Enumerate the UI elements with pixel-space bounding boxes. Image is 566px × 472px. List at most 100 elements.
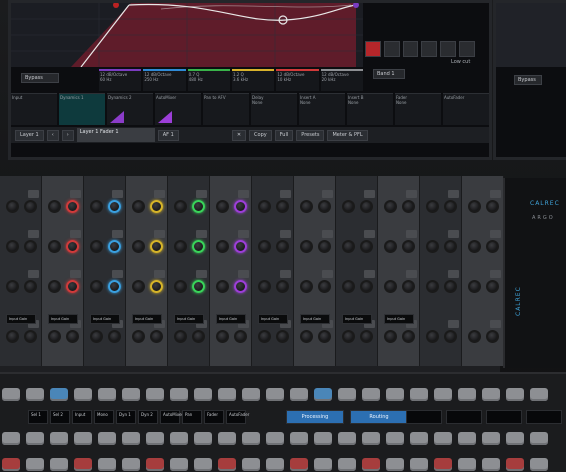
hardware-key[interactable] <box>338 388 356 401</box>
strip-tab-dynamics-1[interactable]: Dynamics 1 <box>59 93 105 125</box>
rotary-knob[interactable] <box>234 240 247 253</box>
rotary-knob[interactable] <box>48 200 61 213</box>
band-1-values[interactable]: 12 dB/Octave 60 Hz <box>99 69 142 91</box>
hardware-key[interactable] <box>458 432 476 445</box>
rotary-knob[interactable] <box>444 330 457 343</box>
hardware-key[interactable] <box>98 388 116 401</box>
hardware-key[interactable] <box>98 432 116 445</box>
blank-lcd-key[interactable] <box>486 410 522 424</box>
hardware-key[interactable] <box>122 432 140 445</box>
strip-button[interactable] <box>28 190 39 198</box>
rotary-knob[interactable] <box>300 330 313 343</box>
hardware-key[interactable] <box>242 458 260 471</box>
hardware-key[interactable] <box>26 458 44 471</box>
strip-button[interactable] <box>322 190 333 198</box>
rotary-knob[interactable] <box>300 280 313 293</box>
rotary-knob[interactable] <box>300 200 313 213</box>
rotary-knob[interactable] <box>318 330 331 343</box>
rotary-knob[interactable] <box>132 200 145 213</box>
routing-button[interactable]: Routing <box>350 410 408 424</box>
hardware-key[interactable] <box>434 432 452 445</box>
strip-tab-autofader[interactable]: AutoFader <box>443 93 489 125</box>
eq-graph[interactable] <box>11 3 363 67</box>
processing-button[interactable]: Processing <box>286 410 344 424</box>
rotary-knob[interactable] <box>486 330 499 343</box>
blank-lcd-key[interactable] <box>446 410 482 424</box>
rotary-knob[interactable] <box>360 240 373 253</box>
hardware-key[interactable] <box>482 458 500 471</box>
rotary-knob[interactable] <box>486 200 499 213</box>
bell-shape-button[interactable] <box>402 41 419 57</box>
hardware-key[interactable] <box>266 458 284 471</box>
hardware-key[interactable] <box>26 432 44 445</box>
rotary-knob[interactable] <box>342 330 355 343</box>
strip-button[interactable] <box>490 230 501 238</box>
strip-button[interactable] <box>196 190 207 198</box>
strip-button[interactable] <box>406 230 417 238</box>
strip-button[interactable] <box>406 270 417 278</box>
hardware-key[interactable] <box>434 388 452 401</box>
hardware-key[interactable] <box>26 388 44 401</box>
meter-pfl-button[interactable]: Meter & PFL <box>327 129 368 141</box>
rotary-knob[interactable] <box>6 240 19 253</box>
rotary-knob[interactable] <box>132 330 145 343</box>
strip-button[interactable] <box>70 230 81 238</box>
strip-tab-insert-b[interactable]: Insert B None <box>347 93 393 125</box>
hardware-key[interactable] <box>146 432 164 445</box>
rotary-knob[interactable] <box>192 200 205 213</box>
strip-button[interactable] <box>364 190 375 198</box>
hardware-key[interactable] <box>458 458 476 471</box>
rotary-knob[interactable] <box>318 200 331 213</box>
strip-button[interactable] <box>364 230 375 238</box>
rotary-knob[interactable] <box>174 280 187 293</box>
rotary-knob[interactable] <box>468 330 481 343</box>
rotary-knob[interactable] <box>342 280 355 293</box>
rotary-knob[interactable] <box>216 330 229 343</box>
rotary-knob[interactable] <box>360 330 373 343</box>
rotary-knob[interactable] <box>108 200 121 213</box>
hardware-key[interactable] <box>50 458 68 471</box>
rotary-knob[interactable] <box>234 330 247 343</box>
hardware-key[interactable] <box>170 458 188 471</box>
hardware-key[interactable] <box>482 388 500 401</box>
rotary-knob[interactable] <box>90 200 103 213</box>
hardware-key[interactable] <box>362 432 380 445</box>
rotary-knob[interactable] <box>384 280 397 293</box>
tools-icon[interactable]: ✕ <box>231 129 247 141</box>
rotary-knob[interactable] <box>6 200 19 213</box>
strip-button[interactable] <box>448 320 459 328</box>
hardware-key[interactable] <box>194 458 212 471</box>
rotary-knob[interactable] <box>360 280 373 293</box>
hardware-key[interactable] <box>194 388 212 401</box>
rotary-knob[interactable] <box>276 240 289 253</box>
rotary-knob[interactable] <box>258 280 271 293</box>
rotary-knob[interactable] <box>318 280 331 293</box>
strip-tab-insert-a[interactable]: Insert A None <box>299 93 345 125</box>
hardware-key[interactable] <box>314 458 332 471</box>
hardware-key[interactable] <box>386 388 404 401</box>
band-6-values[interactable]: 12 dB/Octave 20 kHz <box>320 69 363 91</box>
strip-tab-pan[interactable]: Pan to AFV <box>203 93 249 125</box>
rotary-knob[interactable] <box>108 240 121 253</box>
strip-button[interactable] <box>364 270 375 278</box>
right-bypass-button[interactable]: Bypass <box>514 75 542 85</box>
hardware-key[interactable] <box>362 388 380 401</box>
next-arrow-button[interactable]: › <box>61 129 74 141</box>
eq-bypass-button[interactable]: Bypass <box>21 73 59 83</box>
hardware-key[interactable] <box>314 432 332 445</box>
hardware-key[interactable] <box>530 388 548 401</box>
rotary-knob[interactable] <box>90 280 103 293</box>
rotary-knob[interactable] <box>150 240 163 253</box>
rotary-knob[interactable] <box>66 280 79 293</box>
rotary-knob[interactable] <box>216 280 229 293</box>
strip-tab-automixer[interactable]: AutoMixer <box>155 93 201 125</box>
hardware-key[interactable] <box>290 388 308 401</box>
rotary-knob[interactable] <box>192 330 205 343</box>
rotary-knob[interactable] <box>486 240 499 253</box>
rotary-knob[interactable] <box>6 280 19 293</box>
rotary-knob[interactable] <box>258 240 271 253</box>
lowshelf-shape-button[interactable] <box>383 41 400 57</box>
rotary-knob[interactable] <box>468 200 481 213</box>
rotary-knob[interactable] <box>402 200 415 213</box>
hardware-key[interactable] <box>458 388 476 401</box>
